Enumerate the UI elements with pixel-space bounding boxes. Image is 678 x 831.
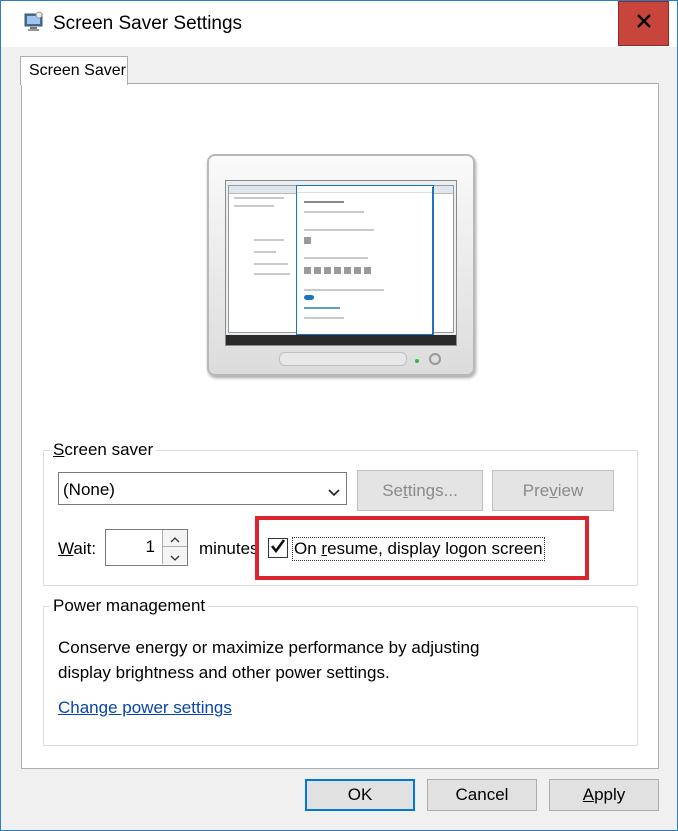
stepper-up-button[interactable]	[162, 530, 187, 547]
wait-minutes-stepper[interactable]: 1	[105, 529, 188, 566]
wait-minutes-value[interactable]: 1	[146, 537, 155, 557]
close-button[interactable]	[618, 1, 669, 46]
screen-saver-group-label: Screen saver	[50, 440, 157, 460]
power-management-group: Power management Conserve energy or maxi…	[43, 596, 638, 746]
preview-button[interactable]: Pre v iew	[492, 470, 614, 511]
window-title: Screen Saver Settings	[53, 13, 243, 34]
title-bar: Screen Saver Settings	[1, 1, 677, 47]
chevron-down-icon	[170, 546, 180, 566]
ok-button[interactable]: OK	[305, 779, 415, 811]
screen-saver-settings-window: Screen Saver Settings Screen Saver Scree…	[0, 0, 678, 831]
change-power-settings-link[interactable]: Change power settings	[58, 698, 232, 718]
screen-saver-selected-value: (None)	[63, 480, 115, 499]
resume-logon-checkbox[interactable]	[268, 538, 288, 558]
power-button-graphic	[429, 353, 441, 365]
power-led	[415, 359, 419, 363]
power-management-group-label: Power management	[50, 596, 209, 616]
resume-logon-label[interactable]: On resume, display logon screen	[292, 537, 545, 561]
settings-button[interactable]: Se t tings...	[357, 470, 483, 511]
apply-button[interactable]: Apply	[549, 779, 659, 811]
screen-saver-dropdown[interactable]: (None)	[58, 472, 347, 505]
preview-screen	[225, 180, 457, 346]
screen-saver-app-icon	[23, 11, 45, 33]
tab-screen-saver[interactable]: Screen Saver	[20, 56, 128, 85]
checkmark-icon	[270, 538, 286, 559]
wait-label: Wait:	[58, 539, 97, 558]
stepper-down-button[interactable]	[162, 547, 187, 564]
power-description: Conserve energy or maximize performance …	[58, 638, 480, 682]
close-icon	[635, 12, 653, 35]
chevron-down-icon	[328, 483, 340, 497]
screen-saver-tab-panel: Screen saver (None) Se t tings... Pre v iew …	[21, 83, 659, 769]
cancel-button[interactable]: Cancel	[427, 779, 537, 811]
minutes-label: minutes	[199, 539, 259, 558]
monitor-preview	[207, 154, 475, 376]
